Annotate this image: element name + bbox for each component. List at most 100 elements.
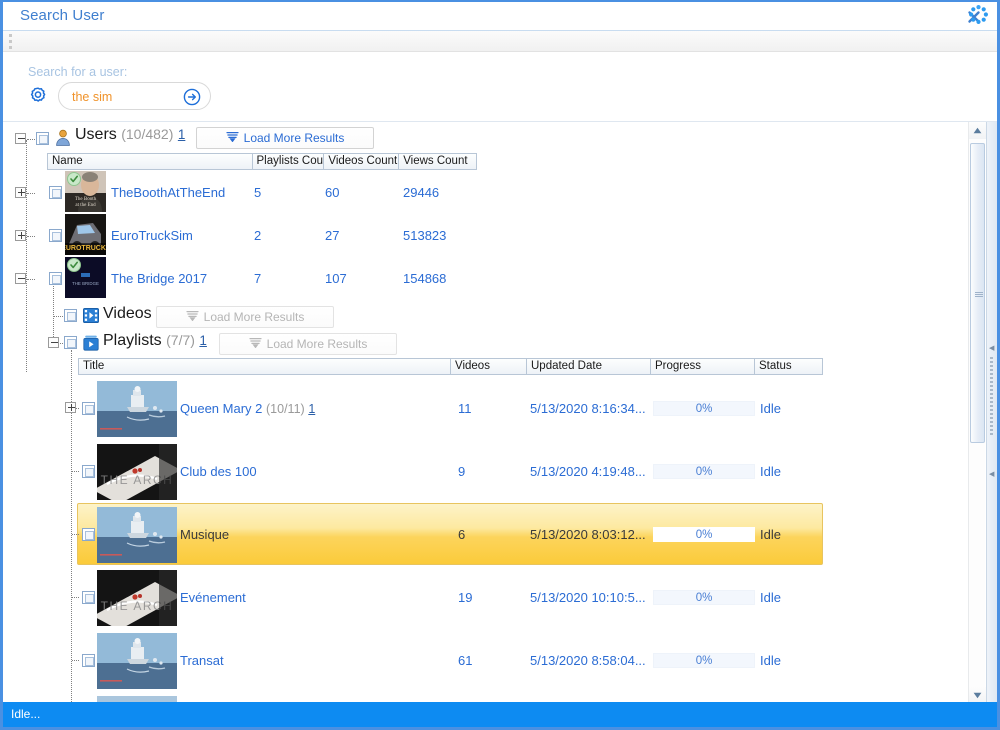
playlist-title[interactable]: Queen Mary 2 (10/11) 1 — [180, 401, 315, 416]
playlist-status: Idle — [760, 464, 781, 479]
users-column-views[interactable]: Views Count — [399, 154, 476, 169]
scroll-up-icon[interactable] — [969, 122, 986, 139]
playlists-page-link[interactable]: 1 — [199, 333, 207, 348]
user-row-checkbox[interactable] — [49, 272, 62, 285]
user-name[interactable]: TheBoothAtTheEnd — [111, 185, 225, 200]
status-bar: Idle... — [3, 702, 997, 727]
search-input[interactable] — [72, 88, 172, 106]
search-submit-button[interactable] — [183, 88, 201, 106]
playlists-label-text: Playlists — [103, 332, 162, 349]
playlist-row-checkbox[interactable] — [82, 528, 95, 541]
scrollbar-thumb[interactable] — [970, 143, 985, 443]
tree-guide — [54, 316, 63, 317]
playlists-expander[interactable] — [48, 337, 59, 348]
playlist-videos: 6 — [458, 527, 466, 542]
svg-text:EUROTRUCK2: EUROTRUCK2 — [65, 245, 106, 252]
search-box — [58, 82, 211, 110]
videos-node-label: Videos — [103, 305, 152, 323]
playlists-checkbox[interactable] — [64, 336, 77, 349]
playlist-videos: 9 — [458, 464, 466, 479]
playlist-page-link[interactable]: 1 — [308, 402, 315, 416]
users-node-label: Users (10/482) 1 — [75, 126, 185, 144]
playlist-title-text: Musique — [180, 527, 230, 542]
videos-load-more-button[interactable]: Load More Results — [156, 306, 334, 328]
toolbar-drag-handle[interactable] — [9, 34, 13, 49]
splitter-grip — [990, 357, 995, 467]
playlist-row-checkbox[interactable] — [82, 591, 95, 604]
gear-icon[interactable] — [28, 86, 48, 106]
playlist-thumbnail — [97, 381, 177, 437]
playlist-column-videos[interactable]: Videos — [451, 359, 527, 374]
playlist-progress-label: 0% — [695, 402, 713, 415]
load-more-icon — [249, 337, 262, 351]
tree-guide — [53, 275, 54, 345]
vertical-scrollbar[interactable] — [968, 122, 986, 704]
users-column-videos[interactable]: Videos Count — [324, 154, 400, 169]
playlist-progress: 0% — [653, 464, 755, 479]
playlist-status: Idle — [760, 590, 781, 605]
user-videos: 60 — [325, 185, 340, 200]
user-row-expander[interactable] — [15, 273, 26, 284]
user-row-expander[interactable] — [15, 187, 26, 198]
playlist-subcount: (10/11) — [266, 402, 305, 416]
loading-spinner-icon — [968, 4, 989, 25]
playlist-title-text: Club des 100 — [180, 464, 257, 479]
users-load-more-label: Load More Results — [243, 131, 345, 145]
videos-checkbox[interactable] — [64, 309, 77, 322]
playlist-status: Idle — [760, 527, 781, 542]
playlist-column-updated[interactable]: Updated Date — [527, 359, 651, 374]
splitter-arrow-up-icon[interactable]: ◀ — [989, 344, 994, 352]
playlist-column-title[interactable]: Title — [79, 359, 451, 374]
users-count: (10/482) — [121, 126, 174, 142]
users-expander[interactable] — [15, 133, 26, 144]
playlist-column-progress[interactable]: Progress — [651, 359, 755, 374]
user-views: 154868 — [403, 271, 447, 286]
svg-text:at the End: at the End — [75, 203, 96, 208]
user-playlists: 5 — [254, 185, 262, 200]
playlist-title[interactable]: Transat — [180, 653, 224, 668]
playlists-load-more-button[interactable]: Load More Results — [219, 333, 397, 355]
playlist-icon — [83, 335, 99, 351]
playlist-thumbnail — [97, 633, 177, 689]
panel-splitter[interactable]: ◀ ◀ — [986, 122, 997, 704]
playlist-title[interactable]: Club des 100 — [180, 464, 257, 479]
user-views: 29446 — [403, 185, 440, 200]
users-column-playlists[interactable]: Playlists Cou... — [253, 154, 325, 169]
playlist-title[interactable]: Evénement — [180, 590, 246, 605]
users-page-link[interactable]: 1 — [178, 127, 186, 142]
playlist-videos: 61 — [458, 653, 473, 668]
user-row-checkbox[interactable] — [49, 186, 62, 199]
load-more-icon — [186, 310, 199, 324]
videos-load-more-label: Load More Results — [203, 310, 305, 324]
playlist-row-checkbox[interactable] — [82, 402, 95, 415]
playlists-grid-header: Title Videos Updated Date Progress Statu… — [78, 358, 823, 375]
user-playlists: 7 — [254, 271, 262, 286]
user-videos: 27 — [325, 228, 340, 243]
playlist-updated: 5/13/2020 10:10:5... — [530, 590, 646, 605]
playlist-progress-label: 0% — [695, 591, 713, 604]
splitter-arrow-down-icon[interactable]: ◀ — [989, 470, 994, 478]
playlist-progress-label: 0% — [695, 654, 713, 667]
user-row-checkbox[interactable] — [49, 229, 62, 242]
playlist-title-text: Evénement — [180, 590, 246, 605]
users-column-name[interactable]: Name — [48, 154, 253, 169]
search-panel: Search for a user: — [3, 52, 997, 122]
videos-label-text: Videos — [103, 305, 152, 322]
playlist-row-checkbox[interactable] — [82, 654, 95, 667]
svg-text:THE BRIDGE: THE BRIDGE — [72, 281, 99, 286]
tree-guide — [72, 660, 79, 661]
playlist-row-expander[interactable] — [65, 402, 76, 413]
users-label-text: Users — [75, 126, 117, 143]
tree-guide — [27, 236, 35, 237]
playlist-row-checkbox[interactable] — [82, 465, 95, 478]
tree-guide — [27, 139, 35, 140]
users-checkbox[interactable] — [36, 132, 49, 145]
playlist-column-status[interactable]: Status — [755, 359, 822, 374]
user-name[interactable]: The Bridge 2017 — [111, 271, 207, 286]
playlist-thumbnail: THE ARCH — [97, 570, 177, 626]
user-name[interactable]: EuroTruckSim — [111, 228, 193, 243]
playlist-title[interactable]: Musique — [180, 527, 229, 542]
users-load-more-button[interactable]: Load More Results — [196, 127, 374, 149]
user-row-expander[interactable] — [15, 230, 26, 241]
user-thumbnail: The Booth at the End — [65, 171, 106, 212]
